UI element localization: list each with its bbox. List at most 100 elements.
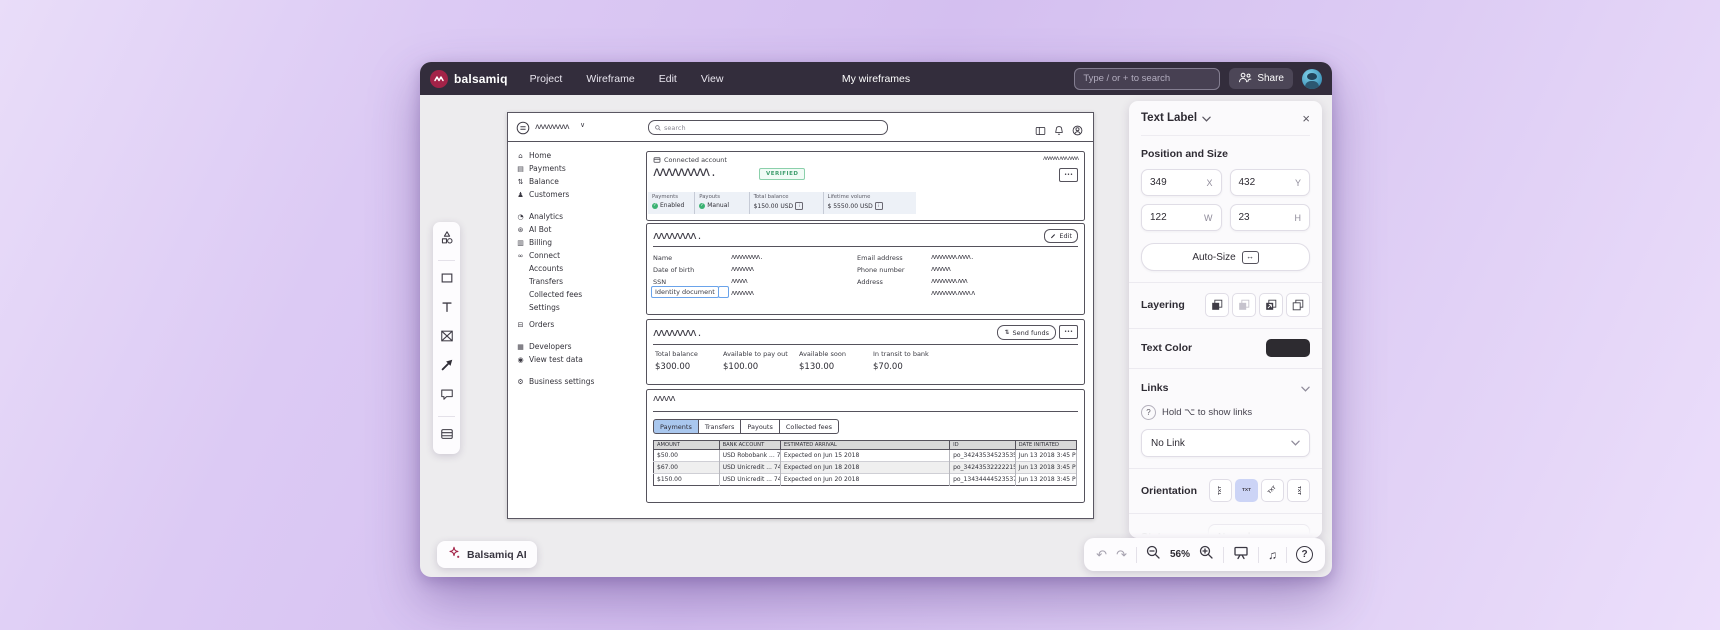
mock-app-header[interactable]: ʌʌʌʌʌʌʌʌʌ ∨ search [508, 113, 1093, 142]
mock-field-dob-value[interactable]: ʌʌʌʌʌʌʌ [731, 265, 754, 273]
mock-field-address-value[interactable]: ʌʌʌʌʌʌʌʌ ʌʌʌ [931, 277, 968, 285]
mock-connected-account-card[interactable]: Connected account ʌʌʌʌʌʌʌʌʌ . VERIFIED ʌ… [646, 151, 1085, 221]
mock-tab-payments[interactable]: Payments [653, 419, 699, 434]
image-tool-icon[interactable] [440, 329, 454, 348]
mock-nav-transfers[interactable]: Transfers [516, 275, 642, 288]
mock-field-name-value[interactable]: ʌʌʌʌʌʌʌʌʌ . [731, 253, 763, 261]
mock-activity-card[interactable]: ʌʌʌʌʌ Payments Transfers Payouts Collect… [646, 389, 1085, 503]
data-grid-tool-icon[interactable] [440, 427, 454, 446]
mock-details-card[interactable]: ʌʌʌʌʌʌʌʌ . Edit Name ʌʌʌʌʌʌʌʌʌ . Date of… [646, 223, 1085, 315]
send-backward-icon[interactable] [1232, 293, 1256, 317]
mock-field-identity-value[interactable]: ʌʌʌʌʌʌʌ [731, 289, 754, 297]
mock-balance-more-button[interactable]: ••• [1059, 325, 1078, 339]
selected-text-label-element[interactable]: Identity document [651, 286, 729, 298]
mock-balance-card[interactable]: ʌʌʌʌʌʌʌʌ . ⇅ Send funds ••• Total balanc… [646, 319, 1085, 385]
mock-tab-payouts[interactable]: Payouts [740, 419, 780, 434]
mock-field-ssn-value[interactable]: ʌʌʌʌʌ [731, 277, 748, 285]
auto-size-button[interactable]: Auto-Size ↔ [1141, 243, 1310, 271]
orientation-vertical-up-button[interactable]: TXT [1209, 479, 1232, 502]
x-position-field[interactable]: 349 X [1141, 169, 1222, 196]
mock-org-name-squiggle[interactable]: ʌʌʌʌʌʌʌʌʌ [535, 122, 570, 131]
help-button[interactable]: ? [1296, 546, 1313, 563]
mock-tab-collected-fees[interactable]: Collected fees [778, 419, 839, 434]
comment-tool-icon[interactable] [440, 387, 454, 406]
bring-forward-icon[interactable] [1205, 293, 1229, 317]
mock-nav-accounts[interactable]: Accounts [516, 262, 642, 275]
mock-activity-title-squiggle[interactable]: ʌʌʌʌʌ [653, 394, 676, 404]
table-row[interactable]: $67.00 USD Unicredit ... 7412 Expected o… [653, 461, 1078, 474]
mock-field-email-value[interactable]: ʌʌʌʌʌʌʌʌ ʌʌʌʌ . [931, 253, 973, 261]
y-position-field[interactable]: 432 Y [1229, 169, 1310, 196]
mock-field-phone-label[interactable]: Phone number [857, 266, 905, 274]
zoom-out-icon[interactable] [1146, 545, 1161, 565]
mock-search-input[interactable]: search [648, 120, 888, 135]
mock-account-more-button[interactable]: ••• [1059, 168, 1078, 182]
balsamiq-logo-icon[interactable] [430, 69, 448, 88]
mock-edit-button[interactable]: Edit [1044, 229, 1078, 243]
element-type-chevron-down-icon[interactable] [1202, 109, 1211, 127]
mock-field-dob-label[interactable]: Date of birth [653, 266, 694, 274]
send-to-back-icon[interactable] [1286, 293, 1310, 317]
height-field[interactable]: 23 H [1229, 204, 1310, 231]
global-search-input[interactable] [1074, 67, 1221, 90]
zoom-in-icon[interactable] [1199, 545, 1214, 565]
table-row[interactable]: $150.00 USD Unicredit ... 7412 Expected … [653, 473, 1078, 486]
mock-tab-transfers[interactable]: Transfers [697, 419, 742, 434]
mock-field-ssn-label[interactable]: SSN [653, 278, 666, 286]
mock-balance-title-squiggle[interactable]: ʌʌʌʌʌʌʌʌ . [653, 326, 701, 339]
undo-icon[interactable]: ↶ [1096, 548, 1107, 561]
mock-send-funds-button[interactable]: ⇅ Send funds [997, 325, 1056, 340]
mock-bell-icon[interactable] [1054, 121, 1064, 140]
mock-account-name-squiggle[interactable]: ʌʌʌʌʌʌʌʌʌ . [653, 165, 716, 180]
project-title[interactable]: My wireframes [842, 73, 910, 85]
mock-nav-billing[interactable]: ▥ Billing [516, 236, 642, 249]
music-notes-icon[interactable]: ♫ [1268, 549, 1277, 561]
mock-details-title-squiggle[interactable]: ʌʌʌʌʌʌʌʌ . [653, 229, 701, 242]
menu-wireframe[interactable]: Wireframe [586, 73, 634, 85]
mock-org-chevron-down-icon[interactable]: ∨ [580, 121, 585, 129]
mock-nav-home[interactable]: ⌂ Home [516, 149, 642, 162]
mock-sidebar-nav[interactable]: ⌂ Home ▤ Payments ⇅ Balance ♟ Customers ◔ Ana… [516, 149, 642, 388]
table-row[interactable]: $50.00 USD Robobank ... 741 Expected on … [653, 449, 1078, 462]
mock-layout-columns-icon[interactable] [1035, 121, 1046, 140]
mock-nav-collected-fees[interactable]: Collected fees [516, 288, 642, 301]
orientation-horizontal-button[interactable]: TXT [1235, 479, 1258, 502]
mock-user-icon[interactable] [1072, 121, 1083, 140]
bring-to-front-icon[interactable] [1259, 293, 1283, 317]
menu-edit[interactable]: Edit [659, 73, 677, 85]
presentation-icon[interactable] [1233, 545, 1249, 565]
mock-nav-view-test-data[interactable]: ◉ View test data [516, 353, 642, 366]
width-field[interactable]: 122 W [1141, 204, 1222, 231]
orientation-diagonal-button[interactable]: TXT [1261, 479, 1284, 502]
mock-field-name-label[interactable]: Name [653, 254, 672, 262]
mock-nav-ai-bot[interactable]: ⊛ AI Bot [516, 223, 642, 236]
selection-handle[interactable] [717, 286, 729, 298]
mock-field-phone-value[interactable]: ʌʌʌʌʌʌ [931, 265, 951, 273]
mock-payouts-table[interactable]: AMOUNT BANK ACCOUNT ESTIMATED ARRIVAL ID… [653, 440, 1078, 486]
zoom-level[interactable]: 56% [1170, 549, 1190, 560]
redo-icon[interactable]: ↷ [1116, 548, 1127, 561]
mock-nav-analytics[interactable]: ◔ Analytics [516, 210, 642, 223]
mock-nav-balance[interactable]: ⇅ Balance [516, 175, 642, 188]
mock-nav-orders[interactable]: ⊟ Orders [516, 318, 642, 331]
mock-logo-icon[interactable] [516, 120, 530, 139]
ui-library-icon[interactable] [440, 230, 454, 250]
arrow-tool-icon[interactable] [440, 358, 454, 377]
rectangle-tool-icon[interactable] [440, 271, 454, 290]
mock-nav-connect[interactable]: ∞ Connect [516, 249, 642, 262]
mock-field-address-value-line2[interactable]: ʌʌʌʌʌʌʌʌ ʌʌʌʌ ʌ [931, 289, 975, 297]
links-chevron-down-icon[interactable] [1301, 379, 1310, 397]
mock-field-email-label[interactable]: Email address [857, 254, 903, 262]
mock-nav-customers[interactable]: ♟ Customers [516, 188, 642, 201]
mock-field-address-label[interactable]: Address [857, 278, 883, 286]
menu-view[interactable]: View [701, 73, 724, 85]
text-tool-icon[interactable] [440, 300, 454, 319]
share-button[interactable]: Share [1229, 68, 1293, 89]
mock-nav-developers[interactable]: ▦ Developers [516, 340, 642, 353]
balsamiq-ai-button[interactable]: Balsamiq AI [437, 541, 537, 568]
mock-nav-payments[interactable]: ▤ Payments [516, 162, 642, 175]
mock-nav-settings[interactable]: Settings [516, 301, 642, 314]
orientation-vertical-down-button[interactable]: TXT [1287, 479, 1310, 502]
link-target-select[interactable]: No Link [1141, 429, 1310, 457]
text-color-swatch[interactable] [1266, 339, 1310, 357]
